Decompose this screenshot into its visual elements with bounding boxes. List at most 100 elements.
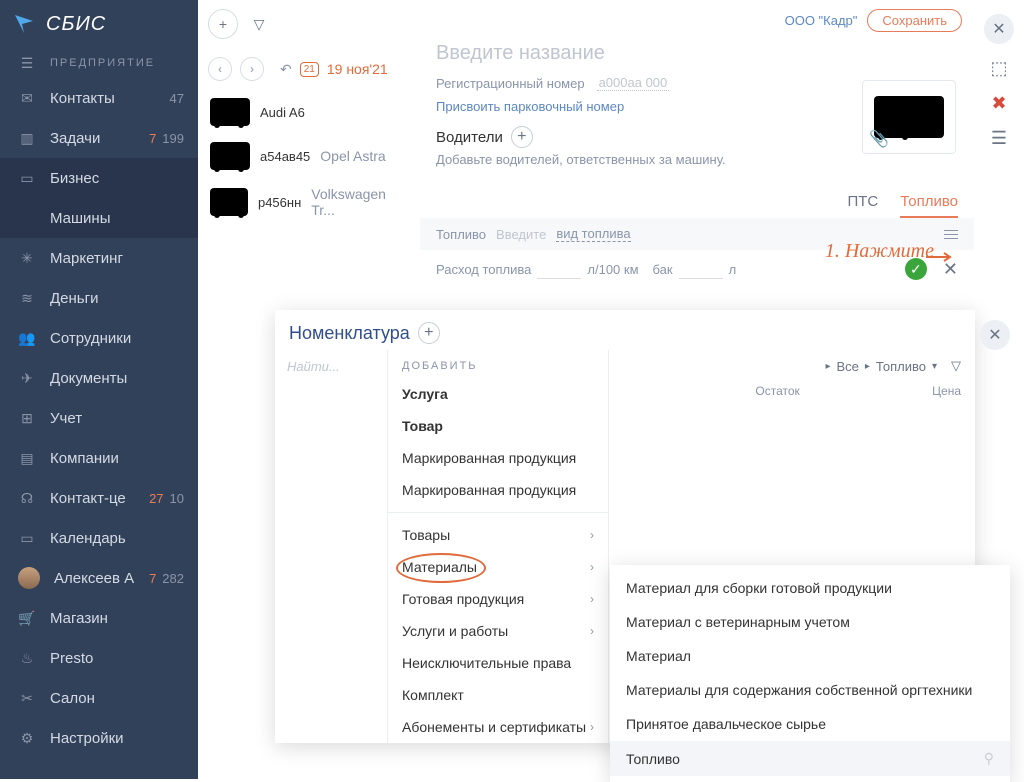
- submenu-item[interactable]: Материал: [610, 639, 1010, 673]
- consume-input[interactable]: [537, 259, 581, 279]
- sidebar-item-label: Маркетинг: [50, 250, 184, 267]
- save-button[interactable]: Сохранить: [867, 9, 962, 32]
- tab-fuel[interactable]: Топливо: [900, 193, 958, 218]
- date-text[interactable]: 19 ноя'21: [327, 61, 388, 77]
- count-badge: 7: [149, 571, 156, 586]
- sidebar-item-marketing[interactable]: ✳Маркетинг: [0, 238, 198, 278]
- sidebar-item-staff[interactable]: 👥Сотрудники: [0, 318, 198, 358]
- calendar-icon[interactable]: 21: [300, 62, 319, 77]
- menu-item[interactable]: Услуга: [388, 378, 608, 410]
- reg-label: Регистрационный номер: [436, 76, 585, 91]
- submenu-item[interactable]: Материал с ветеринарным учетом: [610, 605, 1010, 639]
- sidebar-item-label: Салон: [50, 690, 184, 707]
- sidebar-item-contact-center[interactable]: ☊Контакт-це2710: [0, 478, 198, 518]
- sidebar-item-presto[interactable]: ♨Presto: [0, 638, 198, 678]
- parking-link[interactable]: Присвоить парковочный номер: [436, 99, 624, 114]
- close-popup-button[interactable]: ✕: [980, 320, 1010, 350]
- submenu-item[interactable]: Материал для сборки готовой продукции: [610, 571, 1010, 605]
- delete-icon[interactable]: ✖: [991, 93, 1006, 114]
- scissors-icon: ✂: [18, 689, 36, 707]
- chevron-right-icon: ▸: [865, 361, 870, 372]
- car-image[interactable]: 📎: [862, 80, 956, 154]
- sidebar-item-label: Учет: [50, 410, 184, 427]
- close-panel-button[interactable]: ✕: [984, 14, 1014, 44]
- sidebar-item-shop[interactable]: 🛒Магазин: [0, 598, 198, 638]
- menu-item[interactable]: Товары›: [388, 519, 608, 551]
- menu-label: Неисключительные права: [402, 655, 571, 671]
- count-badge: 199: [162, 131, 184, 146]
- sidebar-item-money[interactable]: ≋Деньги: [0, 278, 198, 318]
- col-rest: Остаток: [755, 384, 799, 398]
- sidebar-item-label: Календарь: [50, 530, 184, 547]
- car-model: Opel Astra: [320, 148, 385, 164]
- menu-item[interactable]: Неисключительные права: [388, 647, 608, 679]
- sidebar-item-label: Компании: [50, 450, 184, 467]
- confirm-icon[interactable]: ✓: [905, 258, 927, 280]
- add-driver-button[interactable]: +: [511, 126, 533, 148]
- list-icon[interactable]: [944, 230, 958, 239]
- menu-icon[interactable]: ☰: [18, 54, 36, 72]
- people-icon: 👥: [18, 329, 36, 347]
- search-input[interactable]: Найти...: [287, 359, 340, 374]
- logo-icon: [12, 12, 36, 36]
- car-row[interactable]: Audi A6: [198, 90, 420, 134]
- sidebar-item-cars[interactable]: Машины: [0, 198, 198, 238]
- sidebar-item-user[interactable]: Алексеев А7282: [0, 558, 198, 598]
- sidebar-item-settings[interactable]: ⚙Настройки: [0, 718, 198, 758]
- reg-input[interactable]: а000аа 000: [597, 75, 670, 91]
- cart-icon: 🛒: [18, 609, 36, 627]
- menu-item[interactable]: Услуги и работы›: [388, 615, 608, 647]
- sidebar: СБИС ☰ ПРЕДПРИЯТИЕ ✉ Контакты 47 ▥ Задач…: [0, 0, 198, 779]
- submenu-label: Топливо: [626, 751, 680, 767]
- menu-item[interactable]: Маркированная продукция: [388, 474, 608, 506]
- menu-item[interactable]: Товар: [388, 410, 608, 442]
- car-row[interactable]: a54ав45 Opel Astra: [198, 134, 420, 178]
- add-nomenclature-button[interactable]: +: [418, 322, 440, 344]
- submenu-item[interactable]: Материалы для содержания собственной орг…: [610, 673, 1010, 707]
- filter-icon[interactable]: ▽: [951, 358, 961, 374]
- car-row[interactable]: р456нн Volkswagen Tr...: [198, 178, 420, 226]
- next-button[interactable]: ›: [240, 57, 264, 81]
- prev-button[interactable]: ‹: [208, 57, 232, 81]
- popup-title: Номенклатура: [289, 323, 410, 344]
- plus-box-icon: ⊞: [18, 409, 36, 427]
- tank-input[interactable]: [679, 259, 723, 279]
- add-button[interactable]: +: [208, 9, 238, 39]
- submenu-item-fuel[interactable]: Топливо ⚲: [610, 741, 1010, 776]
- tab-pts[interactable]: ПТС: [847, 193, 878, 218]
- chevron-down-icon[interactable]: ▾: [932, 361, 937, 372]
- undo-icon[interactable]: ↶: [280, 61, 292, 78]
- sidebar-item-label: Задачи: [50, 130, 135, 147]
- attach-icon[interactable]: 📎: [869, 129, 889, 149]
- car-thumb-icon: [210, 98, 250, 126]
- car-thumb-icon: [210, 142, 250, 170]
- sidebar-item-tasks[interactable]: ▥ Задачи 7199: [0, 118, 198, 158]
- list-icon[interactable]: ☰: [991, 128, 1007, 149]
- chevron-right-icon: ›: [590, 624, 594, 638]
- title-input[interactable]: Введите название: [436, 40, 749, 71]
- sidebar-item-salon[interactable]: ✂ Салон: [0, 678, 198, 718]
- filter-icon[interactable]: ▽: [244, 9, 274, 39]
- materials-submenu: Материал для сборки готовой продукции Ма…: [610, 565, 1010, 782]
- menu-item[interactable]: Абонементы и сертификаты›: [388, 711, 608, 743]
- submenu-item[interactable]: Принятое давальческое сырье: [610, 707, 1010, 741]
- menu-item[interactable]: Маркированная продукция: [388, 442, 608, 474]
- fuel-type-link[interactable]: вид топлива: [556, 226, 630, 242]
- car-model: Volkswagen Tr...: [311, 186, 408, 218]
- sidebar-item-docs[interactable]: ✈Документы: [0, 358, 198, 398]
- menu-item[interactable]: Готовая продукция›: [388, 583, 608, 615]
- menu-item[interactable]: Комплект: [388, 679, 608, 711]
- sidebar-item-companies[interactable]: ▤Компании: [0, 438, 198, 478]
- pin-icon[interactable]: ⚲: [984, 750, 994, 767]
- sidebar-item-business[interactable]: ▭ Бизнес: [0, 158, 198, 198]
- menu-item-materials[interactable]: Материалы›: [388, 551, 608, 583]
- crumb-fuel[interactable]: Топливо: [876, 359, 926, 374]
- chevron-right-icon: ›: [590, 720, 594, 734]
- sidebar-item-contacts[interactable]: ✉ Контакты 47: [0, 78, 198, 118]
- org-link[interactable]: ООО "Кадр": [785, 13, 858, 28]
- crumb-all[interactable]: Все: [836, 359, 858, 374]
- tag-icon[interactable]: ⬚: [990, 58, 1007, 79]
- breadcrumb[interactable]: ▸Все ▸Топливо ▾ ▽: [623, 358, 961, 374]
- sidebar-item-accounting[interactable]: ⊞ Учет: [0, 398, 198, 438]
- sidebar-item-calendar[interactable]: ▭Календарь: [0, 518, 198, 558]
